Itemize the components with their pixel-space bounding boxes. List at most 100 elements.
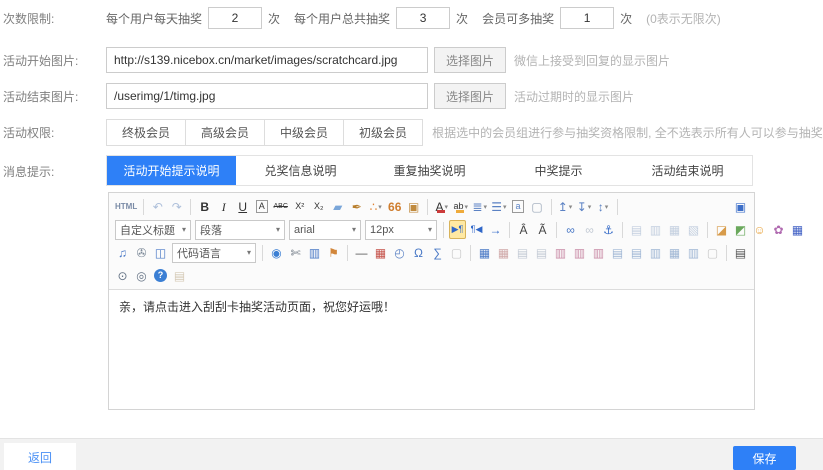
image-none-icon[interactable]: ▧ (685, 220, 702, 239)
preview-icon[interactable]: ⊙ (114, 266, 131, 285)
eraser-icon[interactable]: ▰ (329, 197, 346, 216)
superscript-icon[interactable]: X² (291, 197, 308, 216)
blockquote-icon[interactable]: 66 (386, 197, 403, 216)
split-cells-icon[interactable]: ▥ (571, 243, 588, 262)
doc-template-icon[interactable]: ▢ (704, 243, 721, 262)
attachment-icon[interactable]: ✇ (133, 243, 150, 262)
permission-label: 活动权限: (0, 124, 106, 141)
fullscreen-icon[interactable]: ▣ (732, 197, 749, 216)
delete-table-icon[interactable]: ▦ (495, 243, 512, 262)
paragraph-select[interactable]: 段落▾ (195, 220, 285, 240)
italic-icon[interactable]: I (215, 197, 232, 216)
online-image-icon[interactable]: ◩ (732, 220, 749, 239)
link-icon[interactable]: ∞ (562, 220, 579, 239)
paragraph-space-top-icon[interactable]: ↥▾ (557, 197, 574, 216)
unlink-icon[interactable]: ∞ (581, 220, 598, 239)
lowercase-icon[interactable]: Ã (534, 220, 551, 239)
screenshot-icon[interactable]: ✄ (287, 243, 304, 262)
start-image-pick-button[interactable]: 选择图片 (434, 47, 506, 73)
total-input[interactable] (396, 7, 450, 29)
start-image-input[interactable] (106, 47, 428, 73)
paste-icon[interactable]: ▤ (171, 266, 188, 285)
per-day-input[interactable] (208, 7, 262, 29)
find-replace-icon[interactable]: ◎ (133, 266, 150, 285)
paragraph-space-bottom-icon[interactable]: ↧▾ (576, 197, 593, 216)
indent-icon[interactable]: → (487, 220, 504, 239)
image-center-icon[interactable]: ▥ (647, 220, 664, 239)
source-code-button[interactable]: HTML (114, 197, 138, 216)
member-option-middle[interactable]: 中级会员 (264, 119, 344, 146)
toolbar-row: ♫✇◫代码语言▾◉✄▥⚑—▦◴Ω∑▢▦▦▤▤▥▥▥▤▤▥▦▥▢▤ (113, 241, 750, 264)
save-button[interactable]: 保存 (733, 446, 796, 470)
tab-activity-end[interactable]: 活动结束说明 (623, 156, 752, 185)
table-title-icon[interactable]: ▤ (514, 243, 531, 262)
horizontal-rule-icon[interactable]: — (353, 243, 370, 262)
member-extra-input[interactable] (560, 7, 614, 29)
uppercase-icon[interactable]: Â (515, 220, 532, 239)
editor-content[interactable]: 亲，请点击进入刮刮卡抽奖活动页面，祝您好运哦！ (109, 290, 754, 410)
insert-col-icon[interactable]: ▤ (609, 243, 626, 262)
tab-repeat-draw[interactable]: 重复抽奖说明 (365, 156, 494, 185)
columns-icon[interactable]: ▥ (306, 243, 323, 262)
font-color-icon[interactable]: A▾ (433, 197, 450, 216)
iframe-icon[interactable]: ◫ (152, 243, 169, 262)
tab-win-tip[interactable]: 中奖提示 (494, 156, 623, 185)
autotypeset-icon[interactable]: ∴▾ (367, 197, 384, 216)
merge-cells-icon[interactable]: ▥ (552, 243, 569, 262)
char-border-icon[interactable]: A (253, 197, 270, 216)
emoji-icon[interactable]: ☺ (751, 220, 768, 239)
tab-redeem-info[interactable]: 兑奖信息说明 (236, 156, 365, 185)
paste-text-icon[interactable]: ▣ (405, 197, 422, 216)
anchor-icon[interactable]: ⚓ (600, 220, 617, 239)
code-language-select[interactable]: 代码语言▾ (172, 243, 256, 263)
font-size-select[interactable]: 12px▾ (365, 220, 437, 240)
avg-cols-icon[interactable]: ▥ (685, 243, 702, 262)
end-image-input[interactable] (106, 83, 428, 109)
insert-video-icon[interactable]: ▦ (789, 220, 806, 239)
image-right-icon[interactable]: ▦ (666, 220, 683, 239)
strikethrough-icon[interactable]: ABC (272, 197, 289, 216)
insert-image-icon[interactable]: ◪ (713, 220, 730, 239)
subscript-icon[interactable]: X₂ (310, 197, 327, 216)
help-icon[interactable]: ? (152, 266, 169, 285)
end-image-pick-button[interactable]: 选择图片 (434, 83, 506, 109)
dropdown-caret-icon: ▾ (247, 248, 251, 257)
tab-activity-start-tip[interactable]: 活动开始提示说明 (107, 156, 236, 185)
unordered-list-icon[interactable]: ☰▾ (490, 197, 507, 216)
rtl-icon[interactable]: ¶◀ (468, 220, 485, 239)
special-char-icon[interactable]: Ω (410, 243, 427, 262)
delete-row-icon[interactable]: ▤ (628, 243, 645, 262)
ltr-icon[interactable]: ▶¶ (449, 220, 466, 239)
map-icon[interactable]: ◉ (268, 243, 285, 262)
member-option-ultimate[interactable]: 终极会员 (106, 119, 186, 146)
line-height-icon[interactable]: ↕▾ (595, 197, 612, 216)
highlight-color-icon[interactable]: ab▾ (452, 197, 469, 216)
undo-icon[interactable]: ↶ (149, 197, 166, 216)
delete-col-icon[interactable]: ▥ (647, 243, 664, 262)
underline-icon[interactable]: U (234, 197, 251, 216)
anchor-a-icon[interactable]: a (510, 197, 527, 216)
member-option-senior[interactable]: 高级会员 (185, 119, 265, 146)
avg-rows-icon[interactable]: ▦ (666, 243, 683, 262)
redo-icon[interactable]: ↷ (168, 197, 185, 216)
back-button[interactable]: 返回 (4, 443, 76, 470)
insert-time-icon[interactable]: ◴ (391, 243, 408, 262)
insert-row-icon[interactable]: ▥ (590, 243, 607, 262)
formula-icon[interactable]: ∑ (429, 243, 446, 262)
member-option-junior[interactable]: 初级会员 (343, 119, 423, 146)
cell-props-icon[interactable]: ▤ (533, 243, 550, 262)
custom-title-select[interactable]: 自定义标题▾ (115, 220, 191, 240)
insert-table-icon[interactable]: ▦ (476, 243, 493, 262)
font-family-select[interactable]: arial▾ (289, 220, 361, 240)
insert-date-icon[interactable]: ▦ (372, 243, 389, 262)
scrawl-icon[interactable]: ✿ (770, 220, 787, 239)
gmap-icon[interactable]: ⚑ (325, 243, 342, 262)
image-left-icon[interactable]: ▤ (628, 220, 645, 239)
form-icon[interactable]: ▢ (448, 243, 465, 262)
ordered-list-icon[interactable]: ≣▾ (471, 197, 488, 216)
music-icon[interactable]: ♫ (114, 243, 131, 262)
format-brush-icon[interactable]: ✒ (348, 197, 365, 216)
bold-icon[interactable]: B (196, 197, 213, 216)
new-document-icon[interactable]: ▢ (529, 197, 546, 216)
print-icon[interactable]: ▤ (732, 243, 749, 262)
